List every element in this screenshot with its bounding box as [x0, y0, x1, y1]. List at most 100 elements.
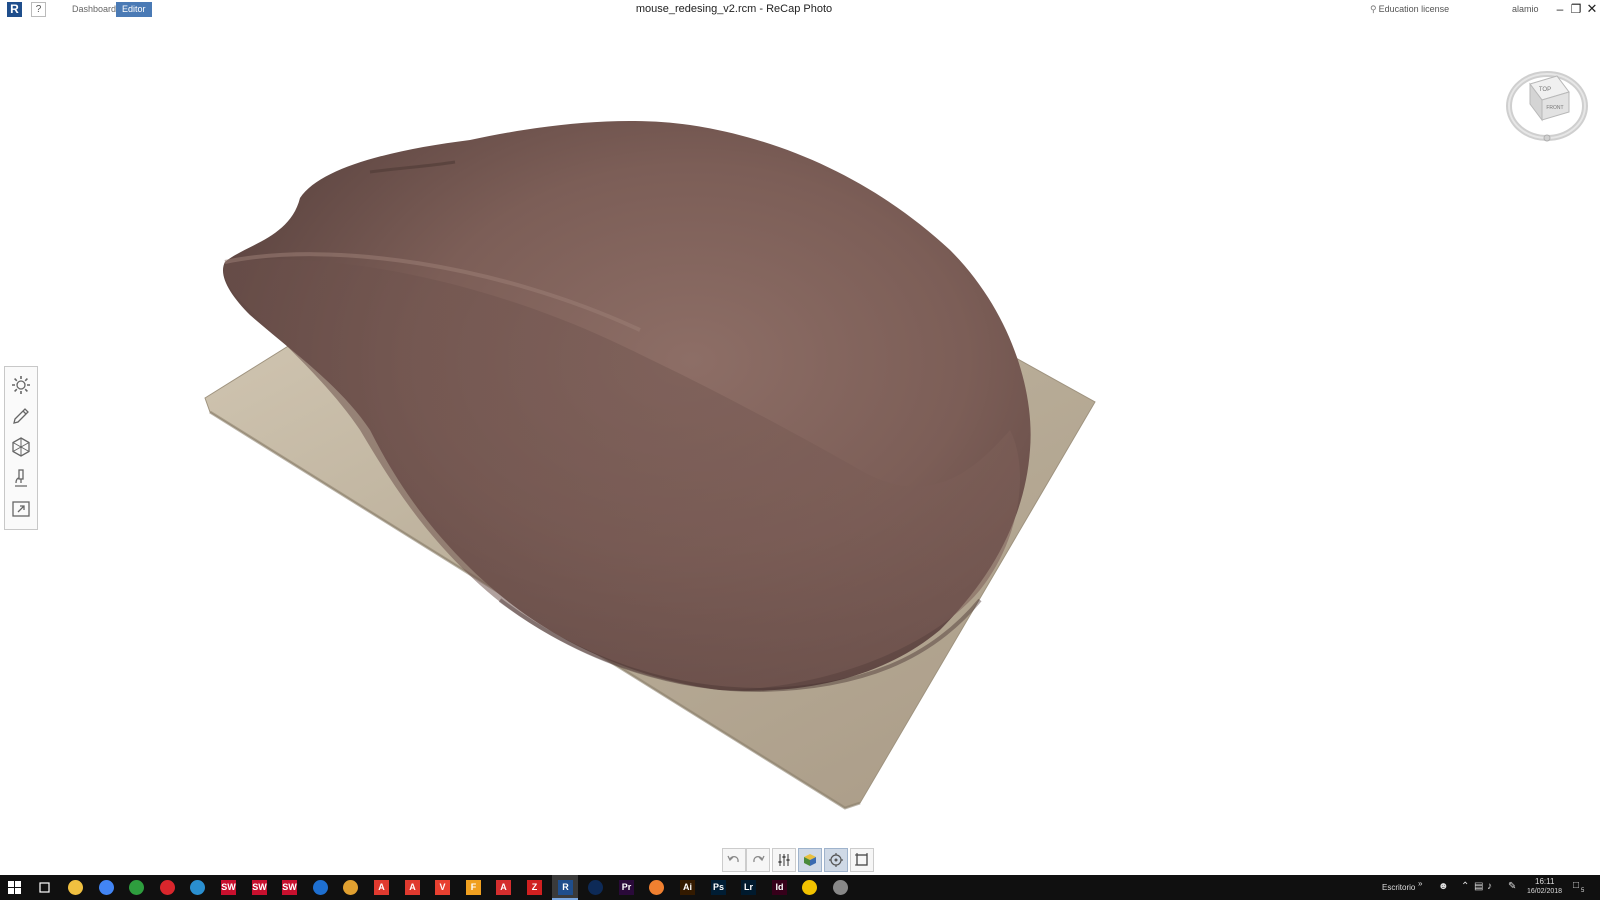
taskbar-app-recap[interactable]: R: [557, 879, 574, 896]
sliders-icon: [778, 854, 790, 866]
start-button[interactable]: [6, 879, 23, 896]
taskbar-app-shield-app[interactable]: [342, 879, 359, 896]
education-license-label[interactable]: ⚲ Education license: [1370, 4, 1449, 15]
taskbar-app-disk-app[interactable]: [832, 879, 849, 896]
z-app-icon: Z: [527, 880, 542, 895]
blue-circle-app-icon: [313, 880, 328, 895]
redo-icon: [753, 855, 765, 863]
license-key-icon: ⚲: [1370, 4, 1377, 14]
taskbar-app-lightroom[interactable]: Lr: [740, 879, 757, 896]
recap-icon: R: [558, 880, 573, 895]
windows-logo-icon: [8, 881, 21, 894]
redo-button[interactable]: [746, 848, 770, 872]
cube-icon: [804, 854, 816, 866]
mesh-tool-button[interactable]: [10, 436, 32, 458]
gear-icon: [12, 376, 30, 394]
people-icon[interactable]: ☻: [1438, 882, 1449, 892]
volume-icon[interactable]: ♪: [1487, 882, 1492, 892]
user-name[interactable]: alamio: [1512, 4, 1539, 14]
notification-count: 5: [1581, 888, 1585, 894]
viewcube-widget[interactable]: TOP FRONT: [1505, 62, 1589, 142]
viewcube-front-label[interactable]: FRONT: [1546, 105, 1563, 111]
cube-app-icon: [190, 880, 205, 895]
chrome-icon: [99, 880, 114, 895]
desktop-toolbar-label[interactable]: Escritorio: [1382, 883, 1415, 892]
taskbar-app-photoshop[interactable]: Ps: [710, 879, 727, 896]
measure-tool-button[interactable]: [10, 467, 32, 489]
task-view-button[interactable]: [36, 879, 53, 896]
undo-button[interactable]: [722, 848, 746, 872]
taskbar-app-indesign[interactable]: Id: [771, 879, 788, 896]
orbit-button[interactable]: [824, 848, 848, 872]
notifications-icon[interactable]: □: [1573, 881, 1579, 891]
taskbar-app-illustrator[interactable]: Ai: [679, 879, 696, 896]
minimize-button[interactable]: –: [1553, 1, 1567, 17]
undo-icon: [727, 855, 739, 863]
maximize-button[interactable]: ❐: [1569, 1, 1583, 17]
premiere-icon: Pr: [619, 880, 634, 895]
export-arrow-icon: [12, 501, 30, 517]
red-app-icon: [160, 880, 175, 895]
taskbar-app-file-explorer[interactable]: [67, 879, 84, 896]
close-button[interactable]: ✕: [1585, 1, 1599, 17]
cinema4d-icon: [588, 880, 603, 895]
solidworks-3-icon: SW: [282, 880, 297, 895]
taskbar-app-f-app[interactable]: F: [465, 879, 482, 896]
autocad-icon: A: [496, 880, 511, 895]
taskbar-app-v-app[interactable]: V: [434, 879, 451, 896]
settings-tool-button[interactable]: [10, 374, 32, 396]
render-mode-button[interactable]: [798, 848, 822, 872]
taskbar-app-autocad[interactable]: A: [495, 879, 512, 896]
taskbar-app-solidworks-1[interactable]: SW: [220, 879, 237, 896]
illustrator-icon: Ai: [680, 880, 695, 895]
mouse-clay-model: [204, 120, 1096, 810]
taskbar-app-red-app[interactable]: [159, 879, 176, 896]
3d-viewport[interactable]: TOP FRONT: [0, 20, 1600, 875]
network-icon[interactable]: ▤: [1474, 882, 1483, 892]
taskbar-app-pen-app[interactable]: [648, 879, 665, 896]
taskbar-app-acrobat-1[interactable]: A: [373, 879, 390, 896]
clock-time[interactable]: 16:11: [1535, 877, 1554, 886]
taskbar-app-solidworks-2[interactable]: SW: [251, 879, 268, 896]
taskbar-app-premiere[interactable]: Pr: [618, 879, 635, 896]
license-label-text: Education license: [1378, 4, 1450, 14]
acrobat-1-icon: A: [374, 880, 389, 895]
taskbar-app-green-app[interactable]: [128, 879, 145, 896]
taskbar-app-cinema4d[interactable]: [587, 879, 604, 896]
hexagon-mesh-icon: [12, 437, 30, 457]
viewcube-top-label[interactable]: TOP: [1539, 87, 1551, 93]
title-bar: R ? Dashboard Editor mouse_redesing_v2.r…: [0, 0, 1600, 20]
export-tool-button[interactable]: [10, 498, 32, 520]
taskbar-app-acrobat-2[interactable]: A: [404, 879, 421, 896]
file-explorer-icon: [68, 880, 83, 895]
orbit-icon: [829, 853, 843, 867]
taskbar-app-cube-app[interactable]: [189, 879, 206, 896]
task-view-icon: [39, 882, 50, 893]
pen-app-icon: [649, 880, 664, 895]
pen-tray-icon[interactable]: ✎: [1508, 882, 1516, 892]
taskbar-app-blue-circle-app[interactable]: [312, 879, 329, 896]
fit-view-button[interactable]: [850, 848, 874, 872]
shield-app-icon: [343, 880, 358, 895]
solidworks-1-icon: SW: [221, 880, 236, 895]
acrobat-2-icon: A: [405, 880, 420, 895]
taskbar-app-solidworks-3[interactable]: SW: [281, 879, 298, 896]
edit-tool-button[interactable]: [10, 405, 32, 427]
tray-chevron-up-icon[interactable]: ⌃: [1461, 882, 1469, 892]
v-app-icon: V: [435, 880, 450, 895]
clock-date[interactable]: 16/02/2018: [1527, 888, 1562, 895]
f-app-icon: F: [466, 880, 481, 895]
settings-sliders-button[interactable]: [772, 848, 796, 872]
pencil-icon: [13, 408, 29, 424]
windows-taskbar: SW SW SW A A V F A Z R Pr Ai Ps Lr Id Escritorio » ☻ ⌃…: [0, 875, 1600, 900]
taskbar-app-chrome[interactable]: [98, 879, 115, 896]
window-title: mouse_redesing_v2.rcm - ReCap Photo: [635, 3, 833, 15]
disk-app-icon: [833, 880, 848, 895]
taskbar-app-z-app[interactable]: Z: [526, 879, 543, 896]
left-toolbar: [4, 366, 38, 530]
desktop-chevron-icon[interactable]: »: [1418, 879, 1422, 888]
microscope-icon: [15, 469, 27, 487]
lightroom-icon: Lr: [741, 880, 756, 895]
taskbar-app-a-logo-app[interactable]: [801, 879, 818, 896]
a-logo-app-icon: [802, 880, 817, 895]
